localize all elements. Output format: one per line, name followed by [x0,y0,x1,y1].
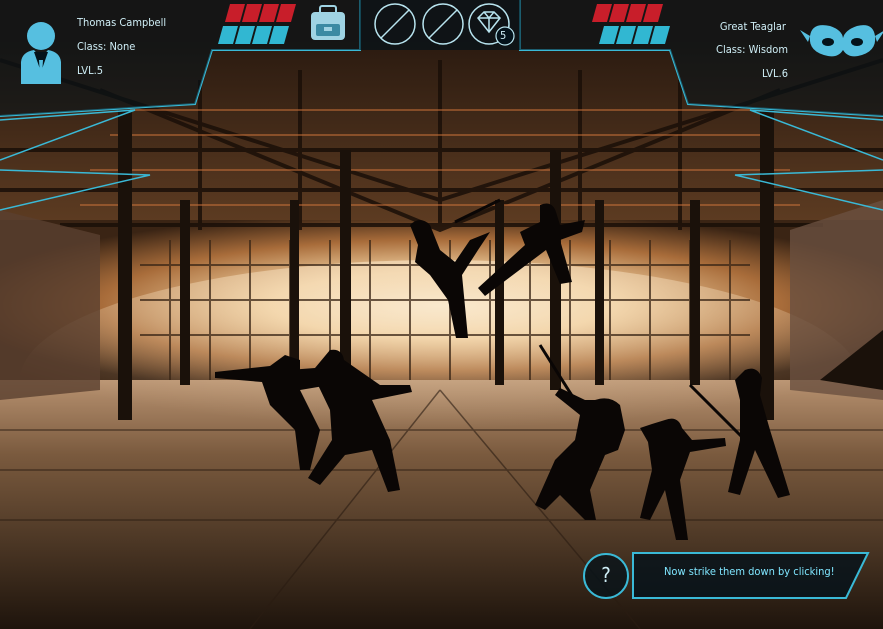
opponent-level: LVL.6 [761,67,788,80]
gem-count: 5 [500,29,507,42]
hint-message: Now strike them down by clicking! [664,565,835,578]
opponent-class: Class: Wisdom [716,43,788,56]
player-level: LVL.5 [77,64,104,77]
opponent-name: Great Teaglar [719,20,786,33]
help-symbol: ? [601,563,611,587]
game-screen: Thomas Campbell Class: None LVL.5 Great … [0,0,883,629]
scene-canvas [0,0,883,629]
player-name: Thomas Campbell [77,16,167,29]
player-class: Class: None [77,40,136,53]
